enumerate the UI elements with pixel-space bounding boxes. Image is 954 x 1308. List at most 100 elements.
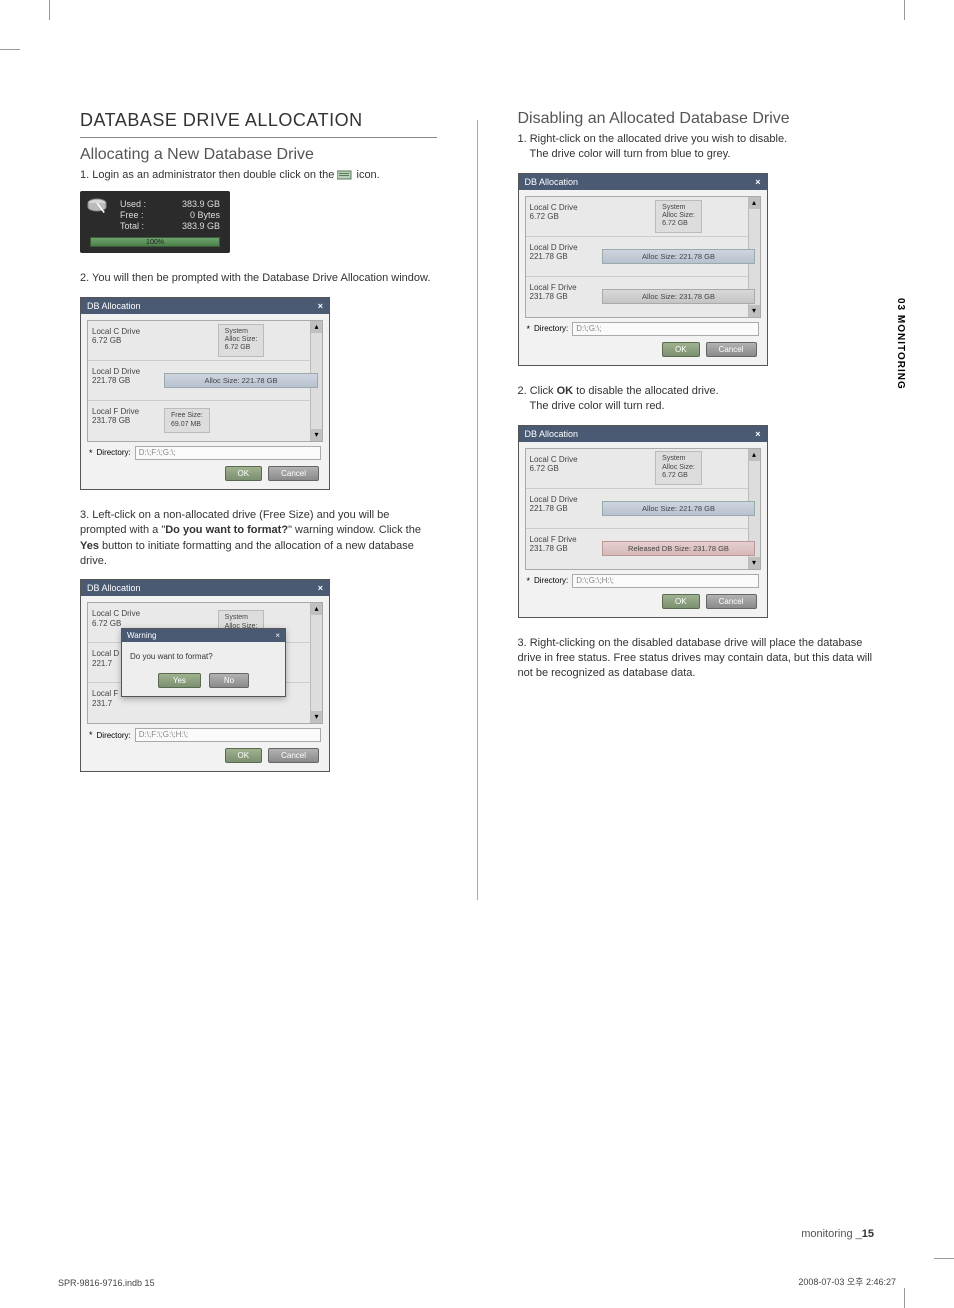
r-step2-d: The drive color will turn red. <box>530 399 875 414</box>
window-titlebar: DB Allocation × <box>81 298 329 314</box>
drive-row[interactable]: Local D Drive221.78 GB Alloc Size: 221.7… <box>526 489 760 529</box>
drive-row[interactable]: Local F Drive231.78 GB Released DB Size:… <box>526 529 760 569</box>
directory-path[interactable]: D:\;G:\; <box>572 322 758 336</box>
r-step-1: 1. Right-click on the allocated drive yo… <box>518 132 875 163</box>
cancel-button[interactable]: Cancel <box>706 342 757 357</box>
drive-size: 6.72 GB <box>530 464 559 473</box>
directory-row: * Directory: D:\;G:\;H:\; <box>525 570 761 592</box>
window-titlebar: DB Allocation × <box>519 426 767 442</box>
directory-label: Directory: <box>534 576 568 585</box>
directory-label: Directory: <box>534 324 568 333</box>
drive-name: Local F Drive <box>92 407 139 416</box>
released-bar: Released DB Size: 231.78 GB <box>602 541 756 556</box>
drive-row[interactable]: Local F Drive231.78 GB Free Size: 69.07 M… <box>88 401 322 441</box>
print-footer-left: SPR-9816-9716.indb 15 <box>58 1278 155 1288</box>
directory-label: Directory: <box>97 448 131 457</box>
close-icon[interactable]: × <box>755 429 760 439</box>
drive-info: Released DB Size: 231.78 GB <box>598 529 760 569</box>
asterisk-icon: * <box>527 576 531 586</box>
no-button[interactable]: No <box>209 673 249 688</box>
sys-l2: Alloc Size: <box>662 212 695 219</box>
side-tab-text: 03 MONITORING <box>895 298 906 390</box>
drive-size: 6.72 GB <box>92 336 121 345</box>
system-box: SystemAlloc Size:6.72 GB <box>655 451 702 484</box>
drive-row[interactable]: Local F Drive231.78 GB Alloc Size: 231.7… <box>526 277 760 317</box>
system-box: SystemAlloc Size:6.72 GB <box>218 324 265 357</box>
sys-l1: System <box>662 455 685 462</box>
directory-path[interactable]: D:\;F:\;G:\; <box>135 446 321 460</box>
window-title: DB Allocation <box>87 301 141 311</box>
r-step2-c: to disable the allocated drive. <box>573 385 719 397</box>
drive-size: 231.7 <box>92 699 112 708</box>
alloc-bar-grey: Alloc Size: 231.78 GB <box>602 289 756 304</box>
section-heading: DATABASE DRIVE ALLOCATION <box>80 110 437 138</box>
sys-l1: System <box>662 204 685 211</box>
page: DATABASE DRIVE ALLOCATION Allocating a N… <box>50 50 904 1258</box>
close-icon[interactable]: × <box>318 583 323 593</box>
button-row: OK Cancel <box>87 746 323 767</box>
free-l1: Free Size: <box>171 412 203 419</box>
column-divider <box>477 120 478 900</box>
crop-mark <box>0 49 20 50</box>
drive-name: Local C Drive <box>92 327 140 336</box>
r-step2-a: 2. Click <box>518 385 557 397</box>
warning-title: Warning <box>127 631 157 640</box>
window-titlebar: DB Allocation × <box>81 580 329 596</box>
free-box: Free Size: 69.07 MB <box>164 408 210 433</box>
window-title: DB Allocation <box>87 583 141 593</box>
sys-l1: System <box>225 614 248 621</box>
free-l2: 69.07 MB <box>171 421 201 428</box>
drive-row[interactable]: Local C Drive6.72 GB SystemAlloc Size:6.… <box>526 449 760 489</box>
step3-d: Yes <box>80 540 99 552</box>
close-icon[interactable]: × <box>755 177 760 187</box>
drive-info: SystemAlloc Size:6.72 GB <box>160 321 322 360</box>
drive-row[interactable]: Local C Drive6.72 GB SystemAlloc Size:6.… <box>526 197 760 237</box>
drive-label: Local C Drive6.72 GB <box>526 197 598 236</box>
drive-row[interactable]: Local D Drive221.78 GB Alloc Size: 221.7… <box>526 237 760 277</box>
button-row: OK Cancel <box>87 464 323 485</box>
sys-l1: System <box>225 328 248 335</box>
asterisk-icon: * <box>527 324 531 334</box>
db-allocation-window-2: DB Allocation × ▴▾ Local C Drive6.72 GB … <box>80 579 330 772</box>
step-2: 2. You will then be prompted with the Da… <box>80 271 437 286</box>
drive-label: Local C Drive6.72 GB <box>526 449 598 488</box>
button-row: OK Cancel <box>525 592 761 613</box>
step3-e: button to initiate formatting and the al… <box>80 540 414 567</box>
close-icon[interactable]: × <box>318 301 323 311</box>
cancel-button[interactable]: Cancel <box>706 594 757 609</box>
disk-free-row: Free :0 Bytes <box>120 210 220 220</box>
ok-button[interactable]: OK <box>225 748 263 763</box>
drive-name: Local D Drive <box>92 367 140 376</box>
content-columns: DATABASE DRIVE ALLOCATION Allocating a N… <box>50 50 904 900</box>
cancel-button[interactable]: Cancel <box>268 748 319 763</box>
system-box: SystemAlloc Size:6.72 GB <box>655 200 702 233</box>
drive-row[interactable]: Local D Drive221.78 GB Alloc Size: 221.7… <box>88 361 322 401</box>
ok-button[interactable]: OK <box>225 466 263 481</box>
r-step1-b: The drive color will turn from blue to g… <box>530 147 875 162</box>
directory-path[interactable]: D:\;G:\;H:\; <box>572 574 758 588</box>
r-step-3: 3. Right-clicking on the disabled databa… <box>518 636 875 682</box>
yes-button[interactable]: Yes <box>158 673 201 688</box>
drive-name: Local D Drive <box>530 243 578 252</box>
drive-size: 221.7 <box>92 659 112 668</box>
drive-size: 231.78 GB <box>92 416 130 425</box>
ok-button[interactable]: OK <box>662 594 700 609</box>
alloc-bar: Alloc Size: 221.78 GB <box>602 249 756 264</box>
drive-info: SystemAlloc Size:6.72 GB <box>598 449 760 488</box>
disk-usage-widget: Used :383.9 GB Free :0 Bytes Total :383.… <box>80 191 230 253</box>
directory-label: Directory: <box>97 731 131 740</box>
db-allocation-window-r2: DB Allocation × ▴▾ Local C Drive6.72 GB … <box>518 425 768 618</box>
step3-c: " warning window. Click the <box>288 524 421 536</box>
used-label: Used : <box>120 199 146 209</box>
ok-button[interactable]: OK <box>662 342 700 357</box>
sys-l3: 6.72 GB <box>662 220 688 227</box>
drive-label: Local D Drive221.78 GB <box>526 489 598 528</box>
drive-row[interactable]: Local C Drive6.72 GB SystemAlloc Size:6.… <box>88 321 322 361</box>
side-tab: 03 MONITORING <box>893 290 908 398</box>
close-icon[interactable]: × <box>275 631 280 640</box>
cancel-button[interactable]: Cancel <box>268 466 319 481</box>
button-row: OK Cancel <box>525 340 761 361</box>
subheading-disabling: Disabling an Allocated Database Drive <box>518 110 875 128</box>
drive-list: ▴▾ Local C Drive6.72 GB SystemAlloc Size… <box>525 448 761 570</box>
directory-path[interactable]: D:\;F:\;G:\;H:\; <box>135 728 321 742</box>
